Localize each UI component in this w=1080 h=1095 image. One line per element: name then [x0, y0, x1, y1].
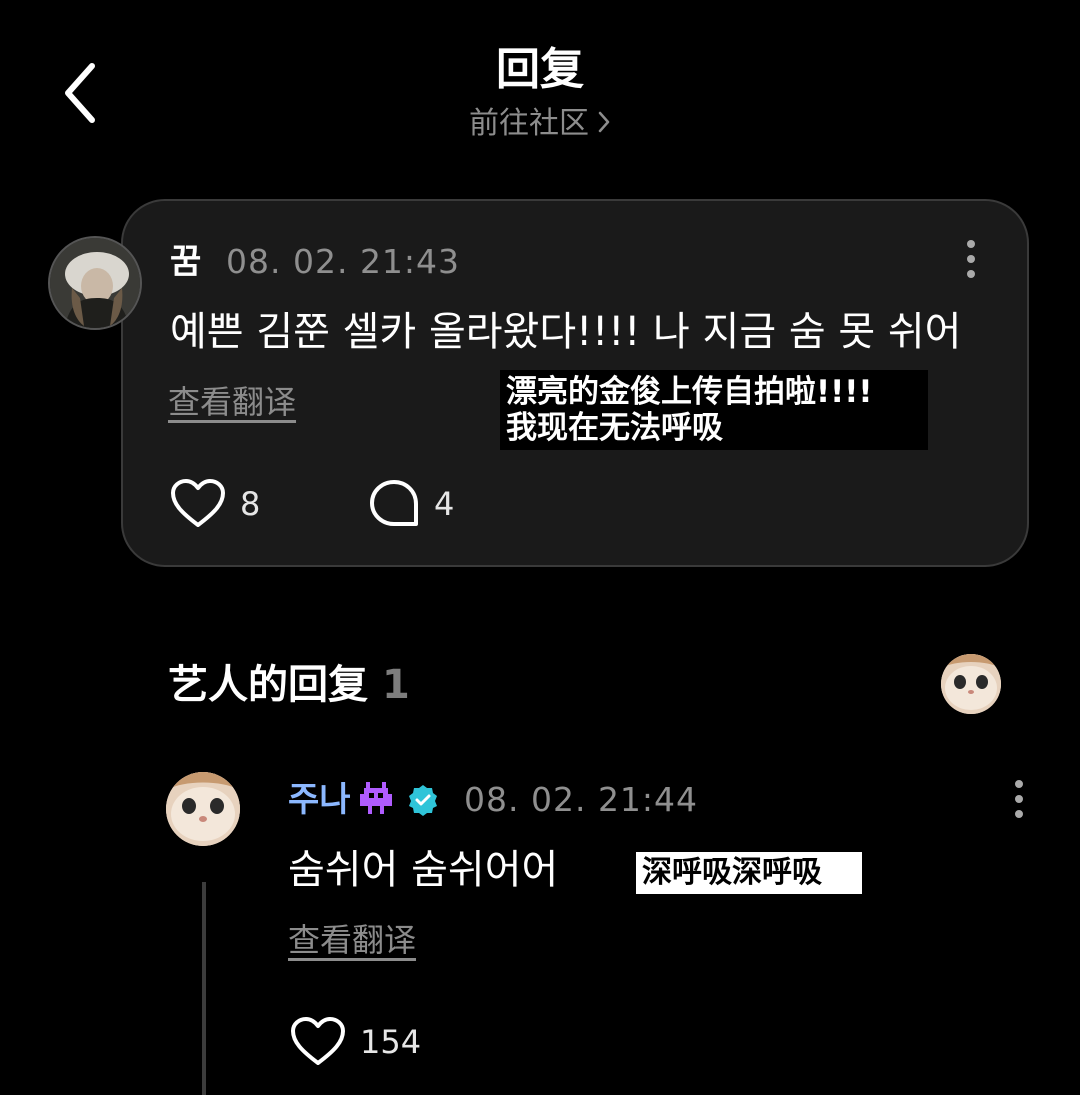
user-photo-avatar [50, 238, 140, 328]
translation-overlay: 漂亮的金俊上传自拍啦!!!! 我现在无法呼吸 [500, 370, 928, 450]
like-button[interactable] [290, 1016, 346, 1068]
community-link[interactable]: 前往社区 [0, 102, 1080, 147]
post-timestamp: 08. 02. 21:43 [226, 242, 461, 281]
reply-more-button[interactable] [1004, 776, 1034, 822]
avatar[interactable] [166, 772, 240, 846]
alien-icon [356, 782, 396, 818]
artist-username[interactable]: 주나 [288, 776, 351, 824]
like-count: 154 [360, 1023, 422, 1061]
artist-replies-heading: 艺人的回复 1 [168, 656, 410, 714]
community-link-label: 前往社区 [469, 106, 589, 141]
translate-link[interactable]: 查看翻译 [168, 382, 296, 422]
heart-icon [171, 479, 225, 527]
post-more-button[interactable] [956, 236, 986, 282]
post-username[interactable]: 꿈 [170, 238, 201, 286]
more-vertical-icon [1015, 780, 1023, 818]
comment-bubble-icon [370, 480, 418, 526]
verified-badge-icon [406, 783, 440, 817]
page-title: 回复 [496, 44, 584, 95]
section-title-label: 艺人的回复 [168, 662, 368, 708]
thread-line [202, 882, 206, 1095]
comment-button[interactable] [368, 478, 420, 530]
like-count: 8 [240, 485, 261, 523]
reply-timestamp: 08. 02. 21:44 [464, 780, 699, 819]
translation-line: 我现在无法呼吸 [506, 410, 723, 446]
cat-face-avatar [166, 772, 240, 846]
translation-line: 漂亮的金俊上传自拍啦!!!! [506, 374, 873, 410]
heart-icon [291, 1017, 345, 1065]
translation-overlay: 深呼吸深呼吸 [636, 852, 862, 894]
translate-link[interactable]: 查看翻译 [288, 920, 416, 960]
section-count: 1 [382, 662, 410, 708]
artist-avatar-small[interactable] [941, 654, 1001, 714]
like-button[interactable] [170, 478, 226, 530]
comment-count: 4 [434, 485, 455, 523]
more-vertical-icon [967, 240, 975, 278]
reply-text: 숨쉬어 숨쉬어어 [288, 847, 559, 893]
cat-face-avatar [941, 654, 1001, 714]
avatar[interactable] [48, 236, 142, 330]
post-text: 예쁜 김쭌 셀카 올라왔다!!!! 나 지금 숨 못 쉬어 [170, 309, 962, 355]
chevron-right-icon [597, 103, 611, 147]
